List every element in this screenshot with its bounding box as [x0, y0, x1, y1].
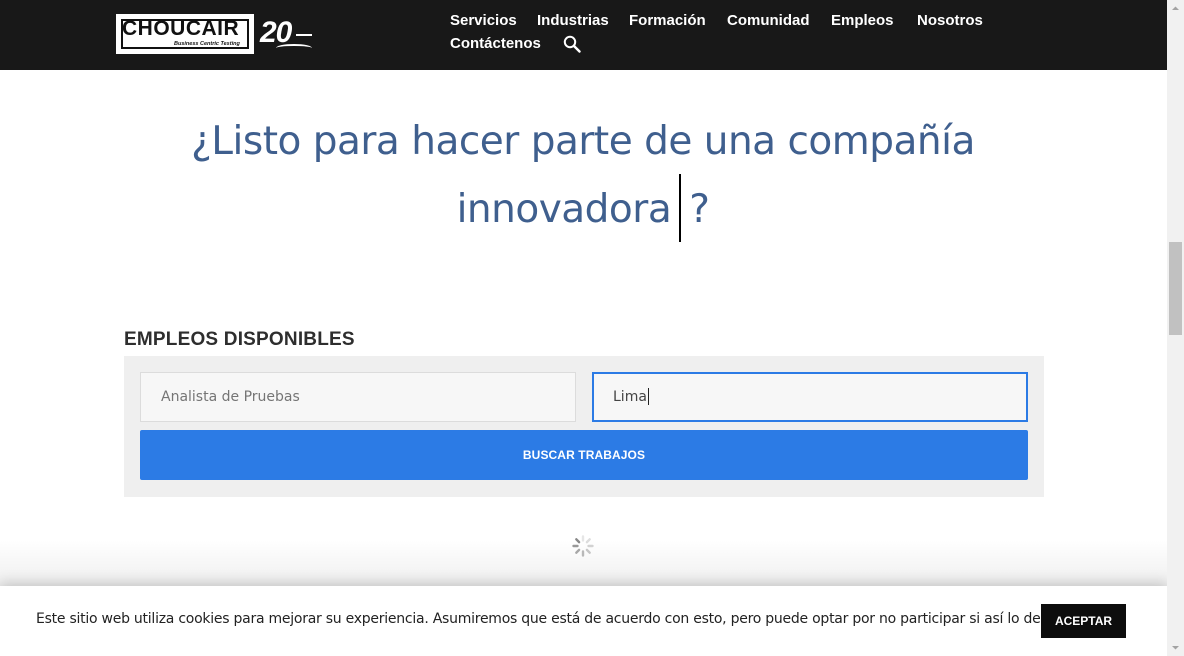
nav-formacion[interactable]: Formación	[629, 12, 706, 29]
scroll-down-arrow-icon[interactable]	[1167, 639, 1184, 656]
keywords-input[interactable]	[140, 372, 576, 422]
logo-swoosh	[276, 44, 312, 52]
hero-title: ¿Listo para hacer parte de una compañía …	[150, 108, 1016, 246]
logo-badge: CHOUCAIR Business Centric Testing	[116, 14, 254, 54]
job-search-form: Lima BUSCAR TRABAJOS	[124, 356, 1044, 497]
jobs-heading: EMPLEOS DISPONIBLES	[124, 328, 355, 350]
typing-cursor	[679, 173, 682, 242]
location-input[interactable]: Lima	[592, 372, 1028, 422]
hero-title-rotating-word: innovadora	[456, 187, 672, 233]
hero-title-question-mark: ?	[689, 187, 710, 233]
nav-empleos[interactable]: Empleos	[831, 12, 894, 29]
choucair-logo[interactable]: CHOUCAIR Business Centric Testing 20	[116, 14, 314, 58]
scroll-up-arrow-icon[interactable]	[1167, 0, 1184, 17]
logo-tagline: Business Centric Testing	[174, 41, 240, 47]
cookie-message: Este sitio web utiliza cookies para mejo…	[36, 611, 1069, 627]
search-icon[interactable]	[563, 35, 581, 53]
text-caret	[647, 387, 649, 405]
search-jobs-button[interactable]: BUSCAR TRABAJOS	[140, 430, 1028, 480]
nav-contactenos[interactable]: Contáctenos	[450, 35, 541, 52]
page: CHOUCAIR Business Centric Testing 20 Ser…	[0, 0, 1167, 656]
nav-industrias[interactable]: Industrias	[537, 12, 609, 29]
location-input-value: Lima	[613, 389, 647, 405]
accept-cookies-button[interactable]: ACEPTAR	[1041, 604, 1126, 638]
logo-anniversary-mark	[296, 34, 312, 36]
scrollbar-thumb[interactable]	[1169, 242, 1182, 335]
cookie-consent-bar: Este sitio web utiliza cookies para mejo…	[0, 586, 1167, 656]
logo-brand-text: CHOUCAIR	[122, 17, 240, 40]
site-header: CHOUCAIR Business Centric Testing 20 Ser…	[0, 0, 1167, 70]
nav-nosotros[interactable]: Nosotros	[917, 12, 983, 29]
hero-title-line1: ¿Listo para hacer parte de una compañía	[191, 119, 975, 165]
nav-comunidad[interactable]: Comunidad	[727, 12, 810, 29]
nav-servicios[interactable]: Servicios	[450, 12, 517, 29]
page-scrollbar[interactable]	[1167, 0, 1184, 656]
